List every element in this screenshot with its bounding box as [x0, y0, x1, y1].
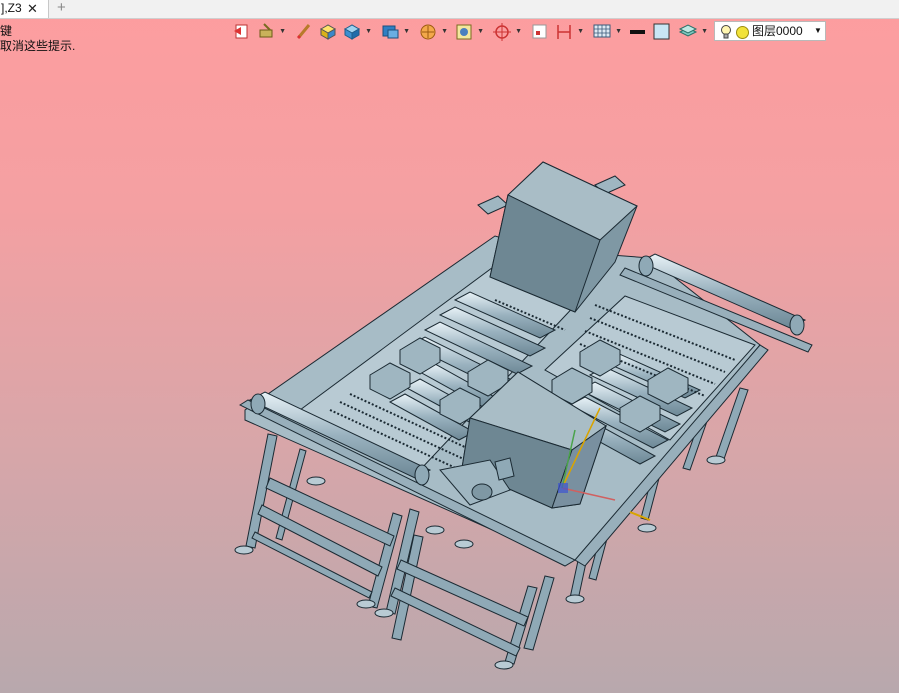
- line-color-icon[interactable]: [628, 20, 648, 42]
- lightbulb-icon: [719, 24, 733, 45]
- view-cube-icon[interactable]: ▼: [342, 20, 372, 42]
- model-viewport[interactable]: [0, 0, 899, 693]
- chevron-down-icon[interactable]: ▼: [814, 22, 822, 40]
- frame-icon[interactable]: [530, 20, 550, 42]
- shaded-cube-icon[interactable]: [318, 20, 338, 42]
- render-mode-icon[interactable]: ▼: [256, 20, 286, 42]
- hint-line-1-text: 键: [0, 24, 13, 38]
- section-icon[interactable]: ▼: [418, 20, 448, 42]
- layer-name: 图层0000: [752, 24, 803, 38]
- display-style-icon[interactable]: ▼: [380, 20, 410, 42]
- document-tab-title: ],Z3: [1, 1, 22, 15]
- layer-manager-icon[interactable]: ▼: [678, 20, 708, 42]
- document-tab[interactable]: ],Z3 ✕: [0, 0, 49, 18]
- new-tab-icon[interactable]: +: [57, 0, 66, 16]
- fill-color-icon[interactable]: [652, 20, 672, 42]
- close-icon[interactable]: ✕: [27, 0, 38, 17]
- layer-dropdown[interactable]: 图层0000 ▼: [714, 21, 826, 41]
- exit-icon[interactable]: [232, 20, 252, 42]
- grid-icon[interactable]: ▼: [592, 20, 622, 42]
- document-tabbar: ],Z3 ✕ +: [0, 0, 899, 19]
- orient-icon[interactable]: ▼: [492, 20, 522, 42]
- snapshot-icon[interactable]: ▼: [454, 20, 484, 42]
- hint-line-2: 取消这些提示.: [0, 39, 76, 53]
- dimension-icon[interactable]: ▼: [554, 20, 584, 42]
- pen-icon[interactable]: [294, 20, 314, 42]
- layer-visibility-icon: [736, 26, 749, 39]
